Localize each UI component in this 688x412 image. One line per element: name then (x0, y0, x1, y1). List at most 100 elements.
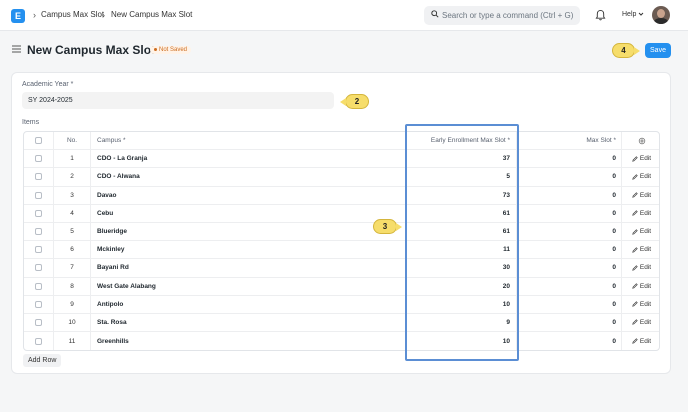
sidebar-toggle-icon[interactable] (12, 45, 21, 53)
save-button[interactable]: Save (645, 43, 671, 58)
edit-label: Edit (639, 282, 652, 290)
campus-cell[interactable]: CDO - La Granja (91, 150, 406, 168)
edit-row-button[interactable]: Edit (622, 278, 659, 295)
items-label: Items (22, 119, 40, 126)
early-enrollment-highlight (405, 124, 519, 361)
table-row[interactable]: 11 Greenhills 10 0 Edit (24, 332, 659, 351)
edit-label: Edit (639, 300, 652, 308)
breadcrumb-campus-max-slot[interactable]: Campus Max Slot (41, 10, 104, 19)
campus-cell[interactable]: Greenhills (91, 332, 406, 351)
max-slot-cell[interactable]: 0 (517, 277, 622, 295)
max-slot-cell[interactable]: 0 (517, 313, 622, 332)
avatar[interactable] (652, 6, 670, 24)
max-slot-cell[interactable]: 0 (517, 150, 622, 168)
row-number: 6 (54, 241, 91, 259)
edit-row-button[interactable]: Edit (622, 259, 659, 276)
row-checkbox[interactable] (35, 337, 42, 345)
callout-2: 2 (340, 94, 369, 109)
pencil-icon (632, 156, 638, 162)
max-slot-cell[interactable]: 0 (517, 295, 622, 313)
chevron-down-icon (638, 12, 644, 16)
column-settings-icon[interactable] (622, 132, 659, 149)
edit-label: Edit (639, 209, 652, 217)
edit-label: Edit (639, 173, 652, 181)
col-header-campus: Campus * (91, 132, 406, 150)
campus-cell[interactable]: CDO - Alwana (91, 168, 406, 186)
edit-row-button[interactable]: Edit (622, 314, 659, 331)
max-slot-cell[interactable]: 0 (517, 186, 622, 204)
bell-icon[interactable] (595, 9, 606, 21)
edit-row-button[interactable]: Edit (622, 205, 659, 222)
edit-row-button[interactable]: Edit (622, 168, 659, 185)
row-checkbox[interactable] (35, 264, 42, 272)
table-row[interactable]: 1 CDO - La Granja 37 0 Edit (24, 150, 659, 169)
pencil-icon (632, 338, 638, 344)
edit-row-button[interactable]: Edit (622, 241, 659, 258)
app-logo[interactable]: E (11, 9, 25, 23)
select-all-checkbox[interactable] (35, 137, 42, 145)
col-header-no: No. (54, 132, 91, 150)
max-slot-cell[interactable]: 0 (517, 241, 622, 259)
campus-cell[interactable]: Sta. Rosa (91, 313, 406, 332)
edit-row-button[interactable]: Edit (622, 332, 659, 350)
row-number: 9 (54, 295, 91, 313)
row-checkbox[interactable] (35, 246, 42, 254)
table-row[interactable]: 6 Mckinley 11 0 Edit (24, 241, 659, 260)
edit-label: Edit (639, 337, 652, 345)
academic-year-field[interactable] (22, 92, 334, 109)
row-checkbox[interactable] (35, 173, 42, 181)
row-checkbox[interactable] (35, 228, 42, 236)
table-row[interactable]: 2 CDO - Alwana 5 0 Edit (24, 168, 659, 187)
campus-cell[interactable]: West Gate Alabang (91, 277, 406, 295)
search-bar[interactable]: Search or type a command (Ctrl + G) (424, 6, 580, 25)
table-header: No. Campus * Early Enrollment Max Slot *… (24, 132, 659, 151)
pencil-icon (632, 174, 638, 180)
max-slot-cell[interactable]: 0 (517, 259, 622, 277)
chevron-right-icon: › (33, 10, 36, 20)
table-row[interactable]: 3 Davao 73 0 Edit (24, 186, 659, 205)
edit-label: Edit (639, 264, 652, 272)
max-slot-cell[interactable]: 0 (517, 204, 622, 222)
edit-label: Edit (639, 318, 652, 326)
search-icon (431, 10, 439, 18)
table-row[interactable]: 4 Cebu 61 0 Edit (24, 204, 659, 223)
campus-cell[interactable]: Bayani Rd (91, 259, 406, 277)
campus-cell[interactable]: Cebu (91, 204, 406, 222)
table-row[interactable]: 9 Antipolo 10 0 Edit (24, 295, 659, 314)
help-menu[interactable]: Help (622, 11, 636, 18)
campus-cell[interactable]: Mckinley (91, 241, 406, 259)
search-placeholder: Search or type a command (Ctrl + G) (442, 11, 574, 20)
chevron-right-icon: › (102, 10, 105, 20)
edit-row-button[interactable]: Edit (622, 296, 659, 313)
pencil-icon (632, 319, 638, 326)
table-row[interactable]: 10 Sta. Rosa 9 0 Edit (24, 313, 659, 333)
campus-cell[interactable]: Blueridge (91, 222, 406, 241)
table-row[interactable]: 5 Blueridge 61 0 Edit (24, 222, 659, 242)
row-checkbox[interactable] (35, 300, 42, 308)
campus-cell[interactable]: Antipolo (91, 295, 406, 313)
max-slot-cell[interactable]: 0 (517, 222, 622, 241)
row-checkbox[interactable] (35, 209, 42, 217)
row-checkbox[interactable] (35, 282, 42, 290)
pencil-icon (632, 210, 638, 217)
edit-row-button[interactable]: Edit (622, 223, 659, 240)
row-checkbox[interactable] (35, 191, 42, 199)
navbar: E › Campus Max Slot › New Campus Max Slo… (0, 0, 688, 31)
edit-label: Edit (639, 246, 652, 254)
pencil-icon (632, 192, 638, 198)
max-slot-cell[interactable]: 0 (517, 332, 622, 351)
row-number: 4 (54, 204, 91, 222)
table-row[interactable]: 7 Bayani Rd 30 0 Edit (24, 259, 659, 278)
pencil-icon (632, 265, 638, 271)
row-checkbox[interactable] (35, 155, 42, 163)
row-number: 3 (54, 186, 91, 204)
edit-row-button[interactable]: Edit (622, 150, 659, 167)
row-number: 11 (54, 332, 91, 351)
table-row[interactable]: 8 West Gate Alabang 20 0 Edit (24, 277, 659, 296)
campus-cell[interactable]: Davao (91, 186, 406, 204)
edit-row-button[interactable]: Edit (622, 187, 659, 204)
breadcrumb-new-campus-max-slot[interactable]: New Campus Max Slot (111, 10, 192, 19)
max-slot-cell[interactable]: 0 (517, 168, 622, 186)
row-checkbox[interactable] (35, 318, 42, 326)
add-row-button[interactable]: Add Row (23, 354, 62, 367)
